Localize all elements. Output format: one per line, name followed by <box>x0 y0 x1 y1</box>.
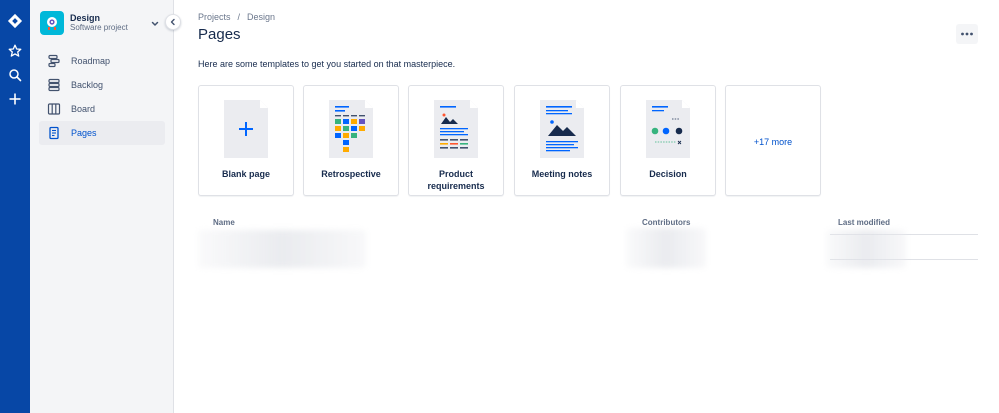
column-header-last-modified[interactable]: Last modified <box>838 218 890 227</box>
sidebar-item-label: Board <box>71 104 96 114</box>
collapse-sidebar-button[interactable] <box>165 14 181 30</box>
template-label: Blank page <box>221 169 270 179</box>
meeting-notes-thumbnail <box>540 100 584 158</box>
template-card-blank-page[interactable]: Blank page <box>198 85 294 196</box>
redacted-last-modified <box>826 230 906 268</box>
sidebar-item-label: Pages <box>71 128 97 138</box>
template-label: Meeting notes <box>531 169 593 179</box>
template-label: Product requirements <box>427 169 485 191</box>
sidebar-item-board[interactable]: Board <box>39 97 165 121</box>
template-label: Retrospective <box>321 169 381 179</box>
redacted-page-name <box>198 230 366 268</box>
sidebar-item-pages[interactable]: Pages <box>39 121 165 145</box>
template-card-product-requirements[interactable]: Product requirements <box>408 85 504 196</box>
chevron-down-icon[interactable] <box>150 16 160 34</box>
project-header[interactable]: Design Software project <box>40 10 164 36</box>
pages-icon <box>47 126 61 140</box>
templates-intro: Here are some templates to get you start… <box>198 59 456 69</box>
breadcrumb-item-design[interactable]: Design <box>247 12 275 22</box>
product-requirements-thumbnail <box>434 100 478 158</box>
template-card-meeting-notes[interactable]: Meeting notes <box>514 85 610 196</box>
template-card-decision[interactable]: Decision <box>620 85 716 196</box>
page-title: Pages <box>198 26 241 43</box>
column-header-name[interactable]: Name <box>213 218 235 227</box>
template-label: Decision <box>649 169 687 179</box>
breadcrumb-item-projects[interactable]: Projects <box>198 12 231 22</box>
project-sidebar: Design Software project Roadmap Backlog … <box>30 0 174 413</box>
redacted-contributors <box>626 228 706 268</box>
sidebar-item-label: Roadmap <box>71 56 111 66</box>
column-header-contributors[interactable]: Contributors <box>642 218 690 227</box>
sidebar-item-label: Backlog <box>71 80 104 90</box>
jira-logo-icon[interactable] <box>0 10 30 32</box>
template-card-retrospective[interactable]: Retrospective <box>303 85 399 196</box>
project-avatar <box>40 11 64 35</box>
project-type: Software project <box>70 22 128 32</box>
sidebar-item-backlog[interactable]: Backlog <box>39 73 165 97</box>
global-nav <box>0 0 30 413</box>
breadcrumb: Projects / Design <box>198 12 275 22</box>
more-actions-button[interactable] <box>956 24 978 44</box>
blank-page-thumbnail <box>224 100 268 158</box>
more-templates-link[interactable]: +17 more <box>726 137 820 147</box>
star-icon[interactable] <box>0 40 30 62</box>
more-templates-card[interactable]: +17 more <box>725 85 821 196</box>
decision-thumbnail <box>646 100 690 158</box>
search-icon[interactable] <box>0 64 30 86</box>
roadmap-icon <box>47 54 61 68</box>
breadcrumb-separator: / <box>237 12 241 22</box>
board-icon <box>47 102 61 116</box>
chevron-left-icon <box>170 18 175 26</box>
plus-icon[interactable] <box>0 88 30 110</box>
more-icon <box>961 32 973 36</box>
backlog-icon <box>47 78 61 92</box>
sidebar-item-roadmap[interactable]: Roadmap <box>39 49 165 73</box>
retrospective-thumbnail <box>329 100 373 158</box>
